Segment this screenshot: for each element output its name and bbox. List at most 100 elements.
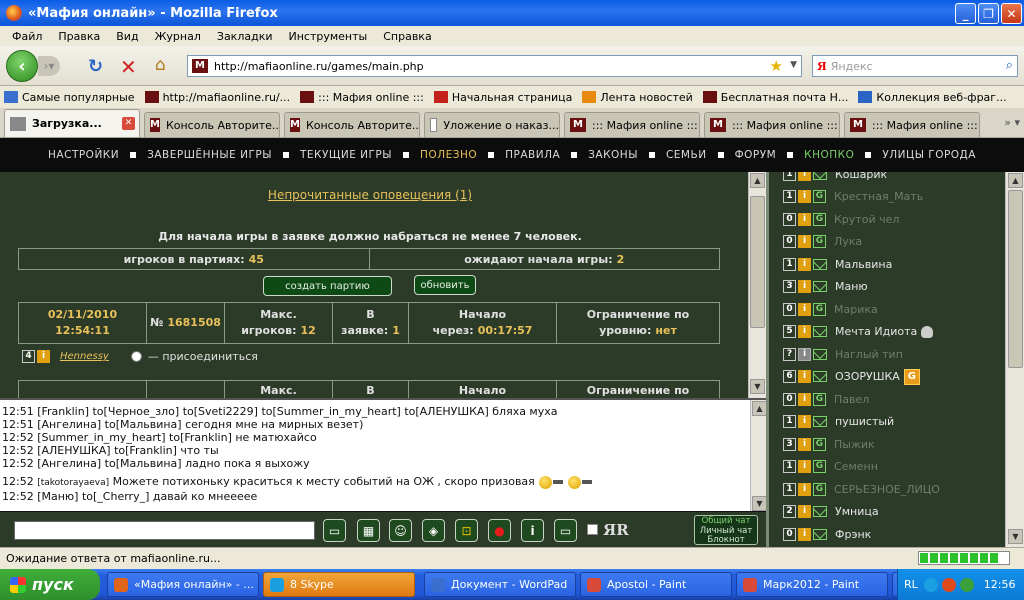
url-bar[interactable]: M http://mafiaonline.ru/games/main.php ★…: [187, 55, 802, 77]
envelope-icon[interactable]: [813, 326, 827, 337]
info-icon[interactable]: i: [798, 235, 811, 248]
chat-modes[interactable]: Общий чат Личный чат Блокнот: [694, 515, 758, 545]
tab-scroll-icon[interactable]: » ▾: [1004, 116, 1020, 129]
info-icon[interactable]: i: [798, 190, 811, 203]
player-name[interactable]: Крестная_Мать: [834, 190, 923, 203]
group-g-icon[interactable]: G: [813, 190, 826, 203]
minimize-button[interactable]: _: [955, 3, 976, 24]
envelope-icon[interactable]: [813, 348, 827, 360]
info-icon[interactable]: i: [37, 350, 50, 363]
site-nav-item[interactable]: ФОРУМ: [735, 149, 777, 161]
stop-button[interactable]: ✕: [120, 55, 137, 79]
notepad-tab[interactable]: Блокнот: [695, 535, 757, 546]
language-indicator[interactable]: RL: [904, 578, 918, 591]
bookmark-star-icon[interactable]: ★: [770, 57, 783, 75]
bookmark-item[interactable]: Коллекция веб-фраг...: [858, 91, 1007, 104]
player-name[interactable]: Наглый тип: [835, 348, 903, 361]
site-nav-item[interactable]: ЗАВЕРШЁННЫЕ ИГРЫ: [147, 149, 272, 161]
bookmark-item[interactable]: Лента новостей: [582, 91, 693, 104]
player-name[interactable]: Маню: [835, 280, 868, 293]
forward-button[interactable]: ›▾: [38, 56, 60, 76]
menu-edit[interactable]: Правка: [58, 30, 100, 43]
player-name-link[interactable]: Hennessy: [60, 351, 109, 362]
lock-icon[interactable]: ⊡: [455, 519, 478, 542]
tab-0[interactable]: Загрузка... ✕: [4, 109, 140, 137]
info-icon[interactable]: i: [798, 482, 811, 496]
site-nav-item[interactable]: ЗАКОНЫ: [588, 149, 638, 161]
player-name[interactable]: Фрэнк: [835, 528, 871, 541]
taskbar-item[interactable]: Марк2012 - Paint: [736, 572, 888, 597]
group-g-icon[interactable]: G: [813, 460, 826, 473]
tab-1[interactable]: M Консоль Авторите...: [144, 112, 280, 137]
player-name[interactable]: пушистый: [835, 415, 894, 428]
chat-input[interactable]: [14, 521, 315, 540]
join-radio[interactable]: [130, 351, 142, 362]
players-scrollbar[interactable]: ▲ ▼: [1005, 172, 1024, 547]
eraser-icon[interactable]: ◈: [422, 519, 445, 542]
taskbar-item[interactable]: Apostol - Paint: [580, 572, 732, 597]
screen-icon[interactable]: ▭: [554, 519, 577, 542]
info-icon[interactable]: i: [798, 302, 811, 316]
player-name[interactable]: Павел: [834, 393, 869, 406]
player-name[interactable]: Пыжик: [834, 438, 875, 451]
player-name[interactable]: ОЗОРУШКА: [835, 370, 900, 383]
site-nav-item[interactable]: СЕМЬИ: [666, 149, 707, 161]
calculator-icon[interactable]: ▦: [357, 519, 380, 542]
envelope-icon[interactable]: [813, 528, 827, 540]
menu-tools[interactable]: Инструменты: [289, 30, 368, 43]
players-scroll-thumb[interactable]: [1008, 190, 1023, 368]
group-g-icon[interactable]: G: [813, 212, 826, 226]
envelope-icon[interactable]: [813, 506, 827, 517]
envelope-icon[interactable]: [813, 172, 827, 180]
speech-bubble-icon[interactable]: ▭: [323, 519, 346, 542]
info-icon[interactable]: i: [798, 437, 811, 451]
site-nav-item[interactable]: НАСТРОЙКИ: [48, 149, 119, 161]
player-name[interactable]: Марика: [834, 303, 878, 316]
bookmark-item[interactable]: Самые популярные: [4, 91, 135, 104]
info-icon[interactable]: i: [798, 527, 811, 541]
player-name[interactable]: Мальвина: [835, 258, 892, 271]
taskbar-item[interactable]: «Мафия онлайн» - ...: [107, 572, 259, 597]
site-nav-item[interactable]: КНОПКО: [804, 149, 854, 161]
shield-tray-icon[interactable]: [959, 577, 974, 592]
chat-scrollbar[interactable]: ▲ ▼: [750, 400, 766, 511]
group-g-icon[interactable]: G: [813, 302, 826, 316]
opera-tray-icon[interactable]: [941, 577, 956, 592]
tab-2[interactable]: M Консоль Авторите...: [284, 112, 420, 137]
player-name[interactable]: Умница: [835, 505, 879, 518]
scroll-thumb[interactable]: [750, 196, 765, 328]
unread-notifications-link[interactable]: Непрочитанные оповещения (1): [0, 188, 740, 202]
player-name[interactable]: Кошарик: [835, 172, 887, 181]
site-nav-item[interactable]: ПОЛЕЗНО: [420, 149, 477, 161]
scroll-up-icon[interactable]: ▲: [750, 173, 765, 188]
tab-6[interactable]: M::: Мафия online :::: [844, 112, 980, 137]
smiley-icon[interactable]: ☺: [389, 519, 412, 542]
info-icon[interactable]: i: [798, 392, 811, 406]
menu-bookmarks[interactable]: Закладки: [217, 30, 273, 43]
info-icon[interactable]: i: [798, 212, 811, 226]
search-icon[interactable]: ⌕: [1006, 58, 1013, 73]
maximize-button[interactable]: ❐: [978, 3, 999, 24]
player-name[interactable]: Мечта Идиота: [835, 325, 917, 338]
group-g-icon[interactable]: G: [813, 235, 826, 248]
menu-help[interactable]: Справка: [383, 30, 431, 43]
info-icon[interactable]: i: [798, 347, 811, 361]
tab-3[interactable]: Уложение о наказ...: [424, 112, 560, 137]
url-dropdown-icon[interactable]: ▼: [790, 60, 797, 70]
info-icon[interactable]: i: [798, 325, 811, 338]
bookmark-item[interactable]: ::: Мафия online :::: [300, 91, 424, 104]
envelope-icon[interactable]: [813, 281, 827, 292]
players-scroll-up-icon[interactable]: ▲: [1008, 173, 1023, 188]
tab-4[interactable]: M::: Мафия online :::: [564, 112, 700, 137]
envelope-icon[interactable]: [813, 371, 827, 382]
site-nav-item[interactable]: ТЕКУЩИЕ ИГРЫ: [300, 149, 392, 161]
menu-history[interactable]: Журнал: [155, 30, 201, 43]
group-g-icon[interactable]: G: [813, 482, 826, 496]
info-icon[interactable]: i: [798, 415, 811, 428]
taskbar-item[interactable]: Документ - WordPad: [424, 572, 576, 597]
bookmark-item[interactable]: Бесплатная почта Н...: [702, 91, 848, 104]
chat-nick[interactable]: [takotorayaeva]: [37, 478, 109, 488]
info-icon[interactable]: i: [798, 370, 811, 383]
player-name[interactable]: Семенн: [834, 460, 878, 473]
chat-checkbox[interactable]: [587, 524, 598, 535]
